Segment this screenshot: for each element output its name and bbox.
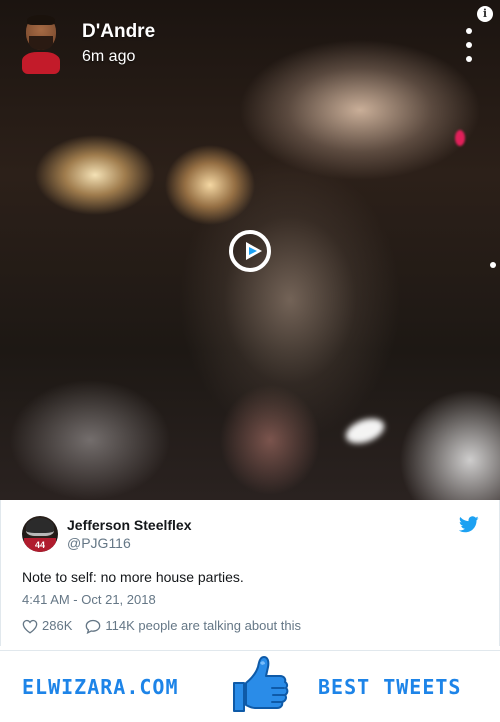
snap-time-ago: 6m ago (82, 48, 136, 65)
heart-icon[interactable] (22, 619, 38, 634)
tweet-timestamp[interactable]: 4:41 AM - Oct 21, 2018 (22, 591, 156, 609)
avatar-jersey-number: 44 (24, 538, 56, 552)
tweet-actions: 286K 114K people are talking about this (22, 617, 301, 635)
light-flare (342, 413, 388, 449)
twitter-bird-icon[interactable] (459, 516, 479, 533)
banner-tagline: BEST TWEETS (318, 675, 462, 699)
video-player[interactable]: D'Andre 6m ago i (0, 0, 500, 500)
author-handle[interactable]: @PJG116 (67, 534, 131, 552)
snap-header: D'Andre 6m ago (20, 14, 155, 74)
thumbs-up-icon (233, 656, 289, 712)
watermark-banner: ELWIZARA.COM BEST TWEETS (0, 650, 500, 722)
tweet-text: Note to self: no more house parties. (22, 569, 244, 585)
more-options-icon[interactable] (462, 28, 476, 62)
light-flare (490, 262, 496, 268)
reply-icon[interactable] (85, 619, 101, 634)
like-count: 286K (42, 618, 73, 633)
tweet-card: 44 Jefferson Steelflex @PJG116 Note to s… (0, 500, 500, 646)
site-name: ELWIZARA.COM (22, 675, 179, 699)
info-icon[interactable]: i (477, 6, 493, 22)
snap-user-name: D'Andre (82, 21, 156, 42)
bitmoji-avatar (20, 14, 62, 74)
author-name[interactable]: Jefferson Steelflex (67, 516, 192, 534)
avatar[interactable]: 44 (22, 516, 58, 552)
light-flare (455, 130, 465, 146)
play-button[interactable] (229, 230, 271, 272)
talking-count[interactable]: 114K people are talking about this (105, 617, 301, 635)
